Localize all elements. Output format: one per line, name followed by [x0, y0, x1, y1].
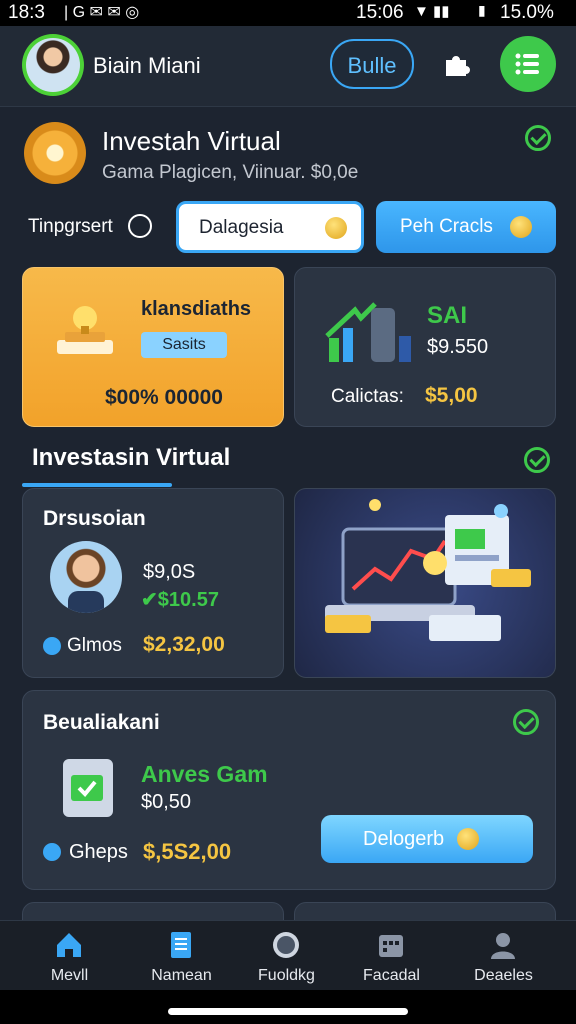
toggle-label: Tinpgrsert — [28, 216, 113, 237]
nav-item-deaeles[interactable]: Deaeles — [446, 921, 561, 991]
menu-button[interactable] — [500, 36, 556, 92]
wifi-icon: ▼ ▮▮ — [414, 3, 450, 20]
nav-label: Facadal — [363, 967, 420, 984]
toggle-check-icon[interactable] — [128, 214, 152, 238]
sai-caption-value: $5,00 — [425, 384, 478, 407]
peh-cracls-button[interactable]: Peh Cracls — [376, 201, 556, 253]
delogerb-label: Delogerb — [363, 828, 445, 850]
avatar[interactable] — [22, 34, 84, 96]
gheps-label: Gheps — [69, 841, 128, 863]
home-icon — [57, 933, 81, 957]
klansdiaths-card[interactable]: klansdiaths Sasits $00% 00000 — [22, 267, 284, 427]
app-header: Biain Miani Bulle — [0, 26, 576, 107]
drsusoian-title: Drsusoian — [43, 507, 146, 530]
coin-icon — [457, 828, 479, 850]
coin-icon — [325, 217, 347, 239]
rocket-icon — [43, 843, 61, 861]
profile-icon — [491, 933, 515, 959]
sai-caption-label: Calictas: — [331, 386, 404, 407]
trophy-books-icon — [53, 298, 117, 362]
bulle-label: Bulle — [347, 53, 397, 78]
product-title: Anves Gam — [141, 761, 268, 787]
home-gesture-bar[interactable] — [168, 1008, 408, 1015]
avatar-image — [26, 38, 80, 92]
check-icon — [513, 709, 539, 735]
product-price: $0,50 — [141, 791, 192, 813]
section-title: Investasin Virtual — [32, 444, 231, 471]
rocket-icon — [43, 637, 61, 655]
bottom-nav: Mevll Namean Fuoldkg Facadal Deaeles — [0, 920, 576, 991]
dalagesia-label: Dalagesia — [199, 217, 284, 238]
klansdiaths-title: klansdiaths — [141, 298, 252, 320]
document-icon — [171, 932, 191, 958]
coin-icon — [510, 216, 532, 238]
battery-icon: ▮ — [478, 2, 486, 18]
status-time: 18:3 — [8, 2, 45, 23]
nav-item-fuoldkg[interactable]: Fuoldkg — [229, 921, 344, 991]
sai-title: SAI — [427, 302, 468, 329]
user-name: Biain Miani — [93, 53, 201, 78]
nav-label: Fuoldkg — [258, 967, 315, 984]
klansdiaths-amount: $00% 00000 — [105, 386, 223, 409]
nav-item-mevll[interactable]: Mevll — [12, 921, 127, 991]
section-underline — [22, 483, 172, 487]
nav-item-namean[interactable]: Namean — [124, 921, 239, 991]
glmos-label: Glmos — [67, 635, 122, 656]
system-nav-area — [0, 990, 576, 1024]
check-icon — [525, 125, 551, 151]
server-box-icon — [59, 751, 119, 821]
peh-cracls-label: Peh Cracls — [400, 216, 493, 237]
person-avatar — [50, 541, 122, 613]
glmos-value: $2,32,00 — [143, 633, 225, 656]
nav-label: Mevll — [50, 967, 89, 984]
drsusoian-value1: $9,0S — [143, 561, 196, 583]
calendar-icon — [379, 935, 403, 957]
dalagesia-button[interactable]: Dalagesia — [176, 201, 364, 253]
laptop-chart-illustration — [325, 499, 531, 641]
hero-subtitle: Gama Plagicen, Viinuar. $0,0e — [102, 162, 359, 183]
nav-label: Deaeles — [474, 967, 533, 984]
sai-value: $9.550 — [427, 336, 489, 358]
sasits-badge: Sasits — [141, 332, 227, 358]
beualiakani-title: Beualiakani — [43, 711, 160, 734]
beualiakani-card[interactable]: Beualiakani Anves Gam $0,50 Gheps $,5S2,… — [22, 690, 556, 890]
battery-percent: 15.0% — [500, 2, 554, 23]
nav-item-facadal[interactable]: Facadal — [334, 921, 449, 991]
status-notification-icons: | G ✉ ✉ ◎ — [64, 4, 140, 21]
check-icon — [524, 447, 550, 473]
gheps-value: $,5S2,00 — [143, 839, 232, 864]
sun-coin-icon — [24, 122, 86, 184]
status-clock: 15:06 — [356, 2, 404, 23]
drsusoian-card[interactable]: Drsusoian $9,0S ✔$10.57 Glmos $2,32,00 — [22, 488, 284, 678]
laptop-illustration-card — [294, 488, 556, 678]
hero-title: Investah Virtual — [102, 126, 281, 156]
drsusoian-value2: $10.57 — [157, 589, 219, 611]
bulle-button[interactable]: Bulle — [330, 39, 414, 89]
nav-label: Namean — [151, 967, 212, 984]
badge-icon — [273, 932, 299, 958]
drsusoian-value2-row: ✔$10.57 — [141, 589, 219, 611]
growth-chart-icon — [325, 300, 415, 368]
list-icon — [515, 53, 539, 75]
puzzle-icon[interactable] — [440, 48, 472, 80]
delogerb-button[interactable]: Delogerb — [321, 815, 533, 863]
status-bar: 18:3 | G ✉ ✉ ◎ 15:06 ▼ ▮▮ ▮ 15.0% — [0, 0, 576, 26]
sai-card[interactable]: SAI $9.550 Calictas: $5,00 — [294, 267, 556, 427]
